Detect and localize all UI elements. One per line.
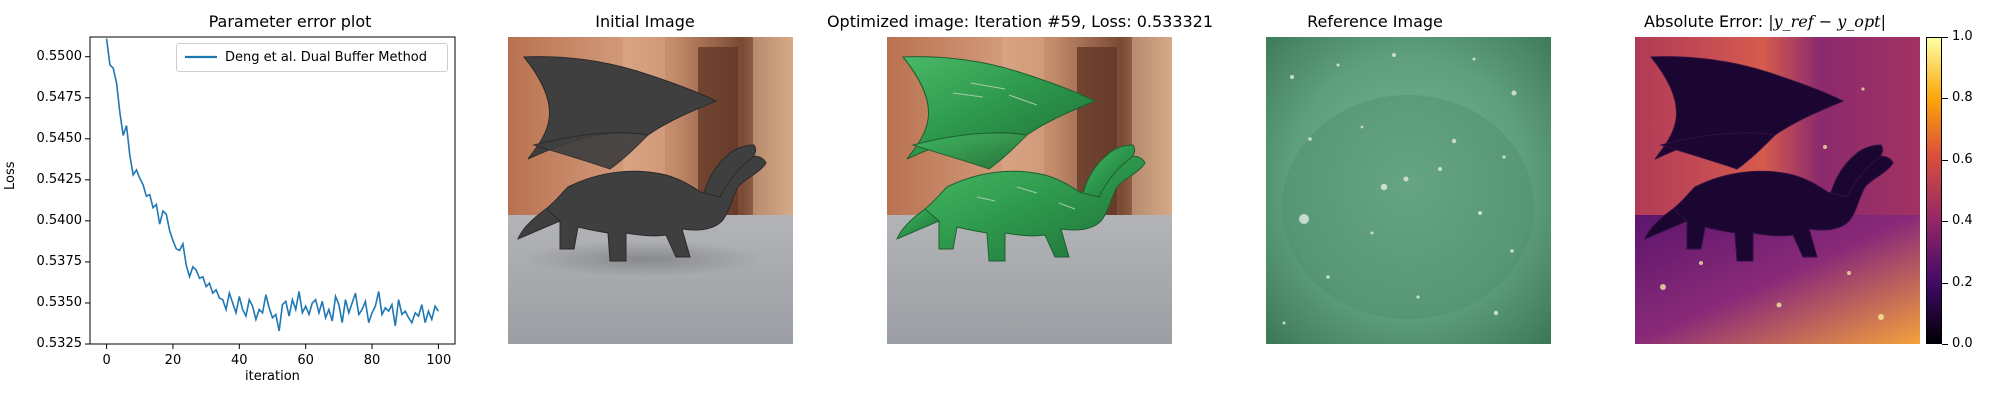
x-tick-label-20: 20 — [164, 353, 182, 368]
reference-texture — [1266, 37, 1551, 344]
absolute-error-title-prefix: Absolute Error: — [1644, 12, 1769, 31]
colorbar-tick-0.0 — [1942, 344, 1948, 345]
y-tick-label-0.5425: 0.5425 — [36, 171, 83, 187]
legend-line-icon — [185, 55, 217, 59]
y-tick-label-0.5400: 0.5400 — [36, 212, 83, 228]
y-tick-label-0.5450: 0.5450 — [36, 130, 83, 146]
colorbar-tick-label-0.2: 0.2 — [1952, 274, 1973, 290]
plot-frame — [89, 36, 456, 345]
x-axis-label: iteration — [245, 369, 300, 384]
y-tick-label-0.5500: 0.5500 — [36, 48, 83, 64]
absolute-error-image — [1635, 37, 1920, 344]
colorbar-tick-label-0.4: 0.4 — [1952, 213, 1973, 229]
plot-title: Parameter error plot — [208, 12, 372, 31]
x-tick-label-60: 60 — [297, 353, 314, 368]
colorbar-tick-0.8 — [1942, 98, 1948, 100]
y-tick-label-0.5375: 0.5375 — [36, 253, 83, 269]
reference-image — [1266, 37, 1551, 344]
colorbar-tick-0.2 — [1942, 282, 1948, 284]
series-line-dual-buffer — [105, 38, 440, 332]
absolute-error-formula: |y_ref − y_opt| — [1768, 12, 1886, 31]
initial-image-title: Initial Image — [595, 12, 695, 31]
reference-image-title: Reference Image — [1307, 12, 1443, 31]
y-axis-label: Loss — [3, 161, 18, 190]
y-tick-label-0.5325: 0.5325 — [36, 336, 83, 351]
colorbar-tick-label-0.0: 0.0 — [1952, 336, 1973, 351]
absolute-error-heatmap — [1635, 37, 1920, 344]
absolute-error-title: Absolute Error: |y_ref − y_opt| — [1620, 12, 1910, 32]
initial-dragon-scene — [508, 37, 793, 344]
colorbar-tick-label-0.8: 0.8 — [1952, 90, 1973, 106]
x-tick-label-100: 100 — [426, 353, 452, 368]
colorbar-tick-label-1.0: 1.0 — [1952, 29, 1973, 44]
optimized-image — [887, 37, 1172, 344]
legend-label: Deng et al. Dual Buffer Method — [225, 50, 428, 65]
colorbar-tick-1.0 — [1942, 37, 1948, 38]
y-tick-label-0.5350: 0.5350 — [36, 294, 83, 310]
colorbar-tick-0.6 — [1942, 159, 1948, 161]
x-tick-label-0: 0 — [102, 353, 111, 368]
colorbar — [1926, 37, 1942, 344]
optimized-image-title: Optimized image: Iteration #59, Loss: 0.… — [826, 12, 1214, 31]
chart-legend: Deng et al. Dual Buffer Method — [176, 43, 448, 72]
initial-image — [508, 37, 793, 344]
colorbar-tick-0.4 — [1942, 221, 1948, 223]
x-tick-label-80: 80 — [363, 353, 381, 368]
y-tick-label-0.5475: 0.5475 — [36, 89, 83, 105]
colorbar-tick-label-0.6: 0.6 — [1952, 151, 1973, 167]
x-tick-label-40: 40 — [231, 353, 248, 368]
optimized-dragon-scene — [887, 37, 1172, 344]
